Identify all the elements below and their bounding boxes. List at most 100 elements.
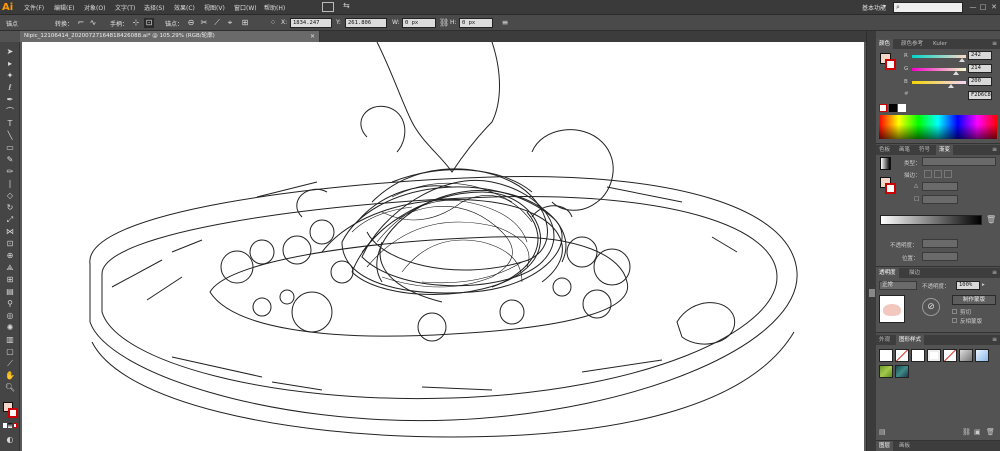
none-color-swatch[interactable] [879,104,887,112]
gradient-type-select[interactable] [922,157,996,166]
convert-corner-icon[interactable]: ⌐ [76,18,86,28]
pencil-tool-icon[interactable]: ✏ [3,166,17,177]
style-swatch[interactable] [975,349,989,362]
align-anchor-icon[interactable]: ⌖ [225,18,235,28]
rail-handle[interactable] [869,289,875,297]
stroke-swatch[interactable] [8,408,18,418]
style-library-icon[interactable]: ▤ [879,428,888,436]
rectangle-tool-icon[interactable]: ▭ [3,142,17,153]
style-swatch[interactable] [879,365,893,378]
tab-artboards[interactable]: 画板 [896,441,913,451]
symbol-sprayer-tool-icon[interactable]: ✺ [3,322,17,333]
x-field[interactable]: 1834.247 [290,18,332,28]
trash-icon[interactable]: 🗑︎ [986,428,995,436]
chevron-right-icon[interactable]: ▸ [982,282,985,288]
hide-handles-icon[interactable]: ⊡ [144,18,154,28]
width-tool-icon[interactable]: ⋈ [3,226,17,237]
tab-transparency[interactable]: 透明度 [876,268,899,278]
style-swatch[interactable] [959,349,973,362]
eyedropper-tool-icon[interactable]: ⚲ [3,298,17,309]
isolate-icon[interactable]: ⊞ [240,18,250,28]
perspective-grid-tool-icon[interactable]: ⟁ [3,262,17,273]
close-icon[interactable]: ✕ [310,31,315,42]
stop-opacity-field[interactable] [922,239,958,248]
stroke-option-3[interactable] [944,170,952,178]
scale-tool-icon[interactable]: ⤢ [3,214,17,225]
stroke-option-1[interactable] [924,170,932,178]
maximize-button[interactable]: □ [978,2,988,12]
style-swatch[interactable] [927,349,941,362]
tab-appearance[interactable]: 外观 [876,335,893,345]
b-value-field[interactable]: 200 [968,77,992,86]
style-swatch[interactable] [895,349,909,362]
rotate-tool-icon[interactable]: ↻ [3,202,17,213]
menu-help[interactable]: 帮助(H) [264,3,285,12]
width-field[interactable]: 0 px [402,18,436,28]
paintbrush-tool-icon[interactable]: ✎ [3,154,17,165]
trash-icon[interactable]: 🗑︎ [986,215,996,225]
panel-menu-icon[interactable]: ≡ [992,335,997,345]
artboard[interactable] [22,42,864,451]
arrange-documents-icon[interactable]: ⇆ [343,1,350,10]
minimize-button[interactable]: — [968,2,978,12]
shape-builder-tool-icon[interactable]: ⊕ [3,250,17,261]
tab-layers[interactable]: 图层 [876,441,894,451]
connect-endpoints-icon[interactable]: ⟋ [212,18,222,28]
artboard-tool-icon[interactable]: ▢ [3,346,17,357]
tab-color-guide[interactable]: 颜色参考 [898,39,926,49]
y-field[interactable]: 261.806 [345,18,387,28]
menu-view[interactable]: 视图(V) [204,3,225,12]
r-value-field[interactable]: 242 [968,51,992,60]
stop-location-field[interactable] [922,252,958,261]
direct-selection-tool-icon[interactable]: ▸ [3,58,17,69]
invert-mask-checkbox[interactable] [952,318,957,323]
panel-menu-icon[interactable]: ≡ [500,18,510,28]
tab-stroke[interactable]: 描边 [906,268,923,278]
tab-kuler[interactable]: Kuler [930,39,950,49]
close-button[interactable]: ✕ [989,2,999,12]
blob-brush-tool-icon[interactable]: ❘ [3,178,17,189]
opacity-field[interactable]: 100% [956,281,980,290]
gradient-stroke-swatch[interactable] [885,183,896,194]
free-transform-tool-icon[interactable]: ⊡ [3,238,17,249]
slice-tool-icon[interactable]: ⟋ [3,358,17,369]
show-handles-icon[interactable]: ⊹ [131,18,141,28]
style-swatch[interactable] [943,349,957,362]
zoom-tool-icon[interactable]: 🔍︎ [3,382,17,393]
menu-window[interactable]: 窗口(W) [234,3,257,12]
dock-collapse-rail[interactable] [866,31,876,451]
object-thumbnail[interactable] [879,295,905,323]
remove-anchor-icon[interactable]: ⊖ [186,18,196,28]
eraser-tool-icon[interactable]: ◇ [3,190,17,201]
mesh-tool-icon[interactable]: ⊞ [3,274,17,285]
link-proportions-icon[interactable]: ⛓ [439,18,449,28]
artwork-outline[interactable] [22,42,864,451]
curvature-tool-icon[interactable]: ⌒ [3,106,17,117]
aspect-ratio-field[interactable] [922,195,958,204]
tab-color[interactable]: 颜色 [876,39,894,49]
gradient-tool-icon[interactable]: ▤ [3,286,17,297]
r-slider-knob[interactable] [959,58,965,62]
tab-swatches[interactable]: 色板 [876,145,893,155]
canvas-area[interactable] [20,42,866,451]
bridge-icon[interactable] [322,2,334,12]
pen-tool-icon[interactable]: ✒ [3,94,17,105]
panel-menu-icon[interactable]: ≡ [992,268,997,278]
tab-graphic-styles[interactable]: 图形样式 [896,335,925,345]
tab-symbols[interactable]: 符号 [916,145,933,155]
menu-type[interactable]: 文字(T) [115,3,135,12]
r-slider[interactable] [912,55,966,58]
drawing-mode-icon[interactable]: ◐ [3,434,17,445]
tab-gradient[interactable]: 渐变 [936,145,954,155]
no-mask-icon[interactable]: ⊘ [922,298,940,316]
lasso-tool-icon[interactable]: ℓ [3,82,17,93]
panel-menu-icon[interactable]: ≡ [992,145,997,155]
document-tab[interactable]: Nipic_12106414_20200727164818426088.ai* … [20,31,320,42]
clip-checkbox[interactable] [952,309,957,314]
menu-select[interactable]: 选择(S) [144,3,165,12]
chevron-down-icon[interactable]: ▾ [883,3,886,10]
type-tool-icon[interactable]: T [3,118,17,129]
style-swatch[interactable] [895,365,909,378]
menu-object[interactable]: 对象(O) [84,3,105,12]
tab-brushes[interactable]: 画笔 [896,145,913,155]
